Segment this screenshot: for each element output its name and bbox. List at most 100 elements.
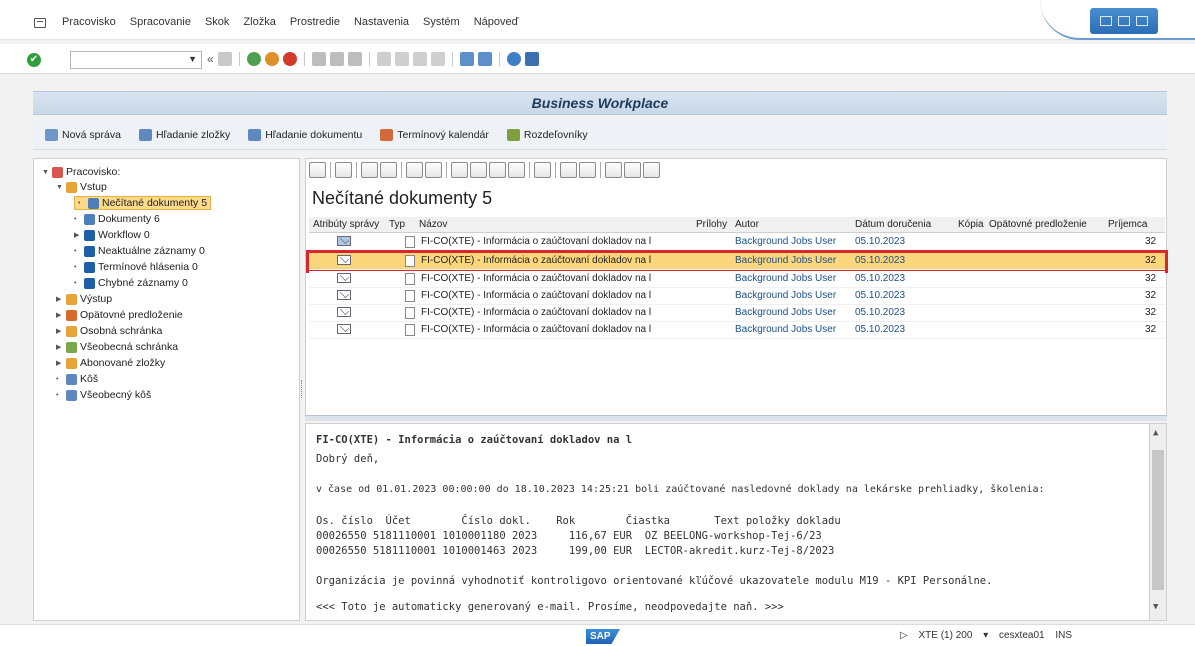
chevron-down-icon[interactable]: ▼ — [188, 54, 197, 64]
horizontal-splitter[interactable] — [305, 415, 1167, 421]
forward-icon[interactable] — [361, 162, 378, 178]
new-session-icon[interactable] — [459, 52, 474, 66]
table-row[interactable]: FI-CO(XTE) - Informácia o zaúčtovaní dok… — [309, 271, 1165, 288]
menu-icon[interactable] — [34, 18, 46, 28]
expand-arrow-icon[interactable]: ▶ — [56, 343, 63, 351]
distribution-list-button[interactable]: Rozdeľovníky — [506, 128, 588, 141]
find-next-icon[interactable] — [347, 52, 362, 66]
table-row[interactable]: FI-CO(XTE) - Informácia o zaúčtovaní dok… — [309, 305, 1165, 322]
help-icon[interactable] — [506, 52, 521, 66]
expand-arrow-icon[interactable]: ▶ — [56, 359, 63, 367]
new-message-button[interactable]: Nová správa — [45, 128, 121, 141]
exit-icon[interactable] — [264, 52, 279, 66]
column-header[interactable]: Kópia — [958, 219, 984, 230]
column-header[interactable]: Typ — [389, 219, 405, 230]
attach-icon[interactable] — [451, 162, 468, 178]
minimize-icon[interactable] — [1100, 16, 1112, 26]
copy-icon[interactable] — [406, 162, 423, 178]
column-header[interactable]: Názov — [419, 219, 447, 230]
search-icon[interactable] — [560, 162, 577, 178]
expand-arrow-icon[interactable]: ▶ — [74, 231, 81, 239]
scroll-thumb[interactable] — [1152, 450, 1164, 590]
layout-icon[interactable] — [524, 52, 539, 66]
menu-spracovanie[interactable]: Spracovanie — [130, 16, 191, 28]
column-header[interactable]: Atribúty správy — [313, 219, 379, 230]
row-author[interactable]: Background Jobs User — [735, 307, 836, 318]
menu-napoved[interactable]: Nápoveď — [474, 16, 519, 28]
print-icon[interactable] — [311, 52, 326, 66]
binoculars-icon[interactable] — [643, 162, 660, 178]
tree-node-resubmission[interactable]: ▶ Opätovné predloženie — [56, 308, 183, 322]
tree-node-private-folder[interactable]: ▶ Osobná schránka — [56, 324, 162, 338]
delete-icon[interactable] — [425, 162, 442, 178]
expand-arrow-icon[interactable]: ▶ — [56, 295, 63, 303]
refresh-icon[interactable] — [309, 162, 326, 178]
tree-node-deadlines[interactable]: • Termínové hlásenia 0 — [74, 260, 198, 274]
tree-node-shared-folder[interactable]: ▶ Všeobecná schránka — [56, 340, 178, 354]
previous-page-icon[interactable] — [394, 52, 409, 66]
column-header[interactable]: Dátum doručenia — [855, 219, 931, 230]
table-row[interactable]: FI-CO(XTE) - Informácia o zaúčtovaní dok… — [309, 234, 1165, 251]
expand-arrow-icon[interactable]: ▶ — [56, 311, 63, 319]
menu-skok[interactable]: Skok — [205, 16, 229, 28]
row-title[interactable]: FI-CO(XTE) - Informácia o zaúčtovaní dok… — [421, 290, 651, 301]
display-icon[interactable] — [335, 162, 352, 178]
row-author[interactable]: Background Jobs User — [735, 273, 836, 284]
search-document-button[interactable]: Hľadanie dokumentu — [248, 128, 362, 141]
row-author[interactable]: Background Jobs User — [735, 236, 836, 247]
tree-node-unread-documents[interactable]: • Nečítané dokumenty 5 — [74, 196, 212, 210]
tree-node-outbox[interactable]: ▶ Výstup — [56, 292, 112, 306]
table-row[interactable]: FI-CO(XTE) - Informácia o zaúčtovaní dok… — [309, 288, 1165, 305]
column-header[interactable]: Opätovné predloženie — [989, 219, 1087, 230]
preview-scrollbar[interactable]: ▲ ▼ — [1149, 424, 1166, 620]
sort-icon[interactable] — [605, 162, 622, 178]
row-title[interactable]: FI-CO(XTE) - Informácia o zaúčtovaní dok… — [421, 236, 651, 247]
edit-icon[interactable] — [470, 162, 487, 178]
expand-arrow-icon[interactable]: ▼ — [56, 184, 63, 191]
row-author[interactable]: Background Jobs User — [735, 324, 836, 335]
row-author[interactable]: Background Jobs User — [735, 290, 836, 301]
enter-checkmark-icon[interactable]: ✔ — [27, 53, 41, 67]
play-icon[interactable]: ▷ — [900, 630, 908, 641]
next-page-icon[interactable] — [412, 52, 427, 66]
find-icon[interactable] — [329, 52, 344, 66]
layout-icon[interactable] — [579, 162, 596, 178]
calendar-button[interactable]: Termínový kalendár — [380, 128, 489, 141]
chevron-down-icon[interactable]: ▾ — [983, 630, 988, 641]
column-header[interactable]: Prílohy — [696, 219, 727, 230]
menu-zlozka[interactable]: Zložka — [243, 16, 275, 28]
row-title[interactable]: FI-CO(XTE) - Informácia o zaúčtovaní dok… — [421, 273, 651, 284]
tree-node-shared-trash[interactable]: • Všeobecný kôš — [56, 388, 151, 402]
first-page-icon[interactable] — [376, 52, 391, 66]
row-title[interactable]: FI-CO(XTE) - Informácia o zaúčtovaní dok… — [421, 324, 651, 335]
tree-node-errors[interactable]: • Chybné záznamy 0 — [74, 276, 188, 290]
column-header[interactable]: Príjemca — [1108, 219, 1147, 230]
tree-node-trash[interactable]: • Kôš — [56, 372, 98, 386]
filter-icon[interactable] — [624, 162, 641, 178]
archive-icon[interactable] — [508, 162, 525, 178]
back-icon[interactable] — [246, 52, 261, 66]
menu-prostredie[interactable]: Prostredie — [290, 16, 340, 28]
pane-resize-handle[interactable] — [301, 380, 304, 398]
cancel-icon[interactable] — [282, 52, 297, 66]
tree-node-inbox[interactable]: ▼ Vstup — [56, 180, 107, 194]
row-author[interactable]: Background Jobs User — [735, 255, 836, 266]
tree-node-root[interactable]: ▼ Pracovisko: — [42, 165, 120, 179]
shortcut-icon[interactable] — [477, 52, 492, 66]
input-mode[interactable]: INS — [1055, 630, 1072, 641]
system-client[interactable]: XTE (1) 200 — [918, 630, 972, 641]
tree-node-workflow[interactable]: ▶ Workflow 0 — [74, 228, 150, 242]
expand-arrow-icon[interactable]: ▼ — [42, 169, 49, 176]
print-icon[interactable] — [534, 162, 551, 178]
scroll-up-icon[interactable]: ▲ — [1153, 428, 1158, 438]
menu-pracovisko[interactable]: Pracovisko — [62, 16, 116, 28]
column-header[interactable]: Autor — [735, 219, 759, 230]
row-title[interactable]: FI-CO(XTE) - Informácia o zaúčtovaní dok… — [421, 255, 651, 266]
expand-arrow-icon[interactable]: ▶ — [56, 327, 63, 335]
close-icon[interactable] — [1136, 16, 1148, 26]
scroll-down-icon[interactable]: ▼ — [1153, 602, 1158, 612]
table-row[interactable]: FI-CO(XTE) - Informácia o zaúčtovaní dok… — [309, 322, 1165, 339]
reply-icon[interactable] — [380, 162, 397, 178]
menu-nastavenia[interactable]: Nastavenia — [354, 16, 409, 28]
table-row-selected[interactable]: FI-CO(XTE) - Informácia o zaúčtovaní dok… — [306, 250, 1168, 273]
